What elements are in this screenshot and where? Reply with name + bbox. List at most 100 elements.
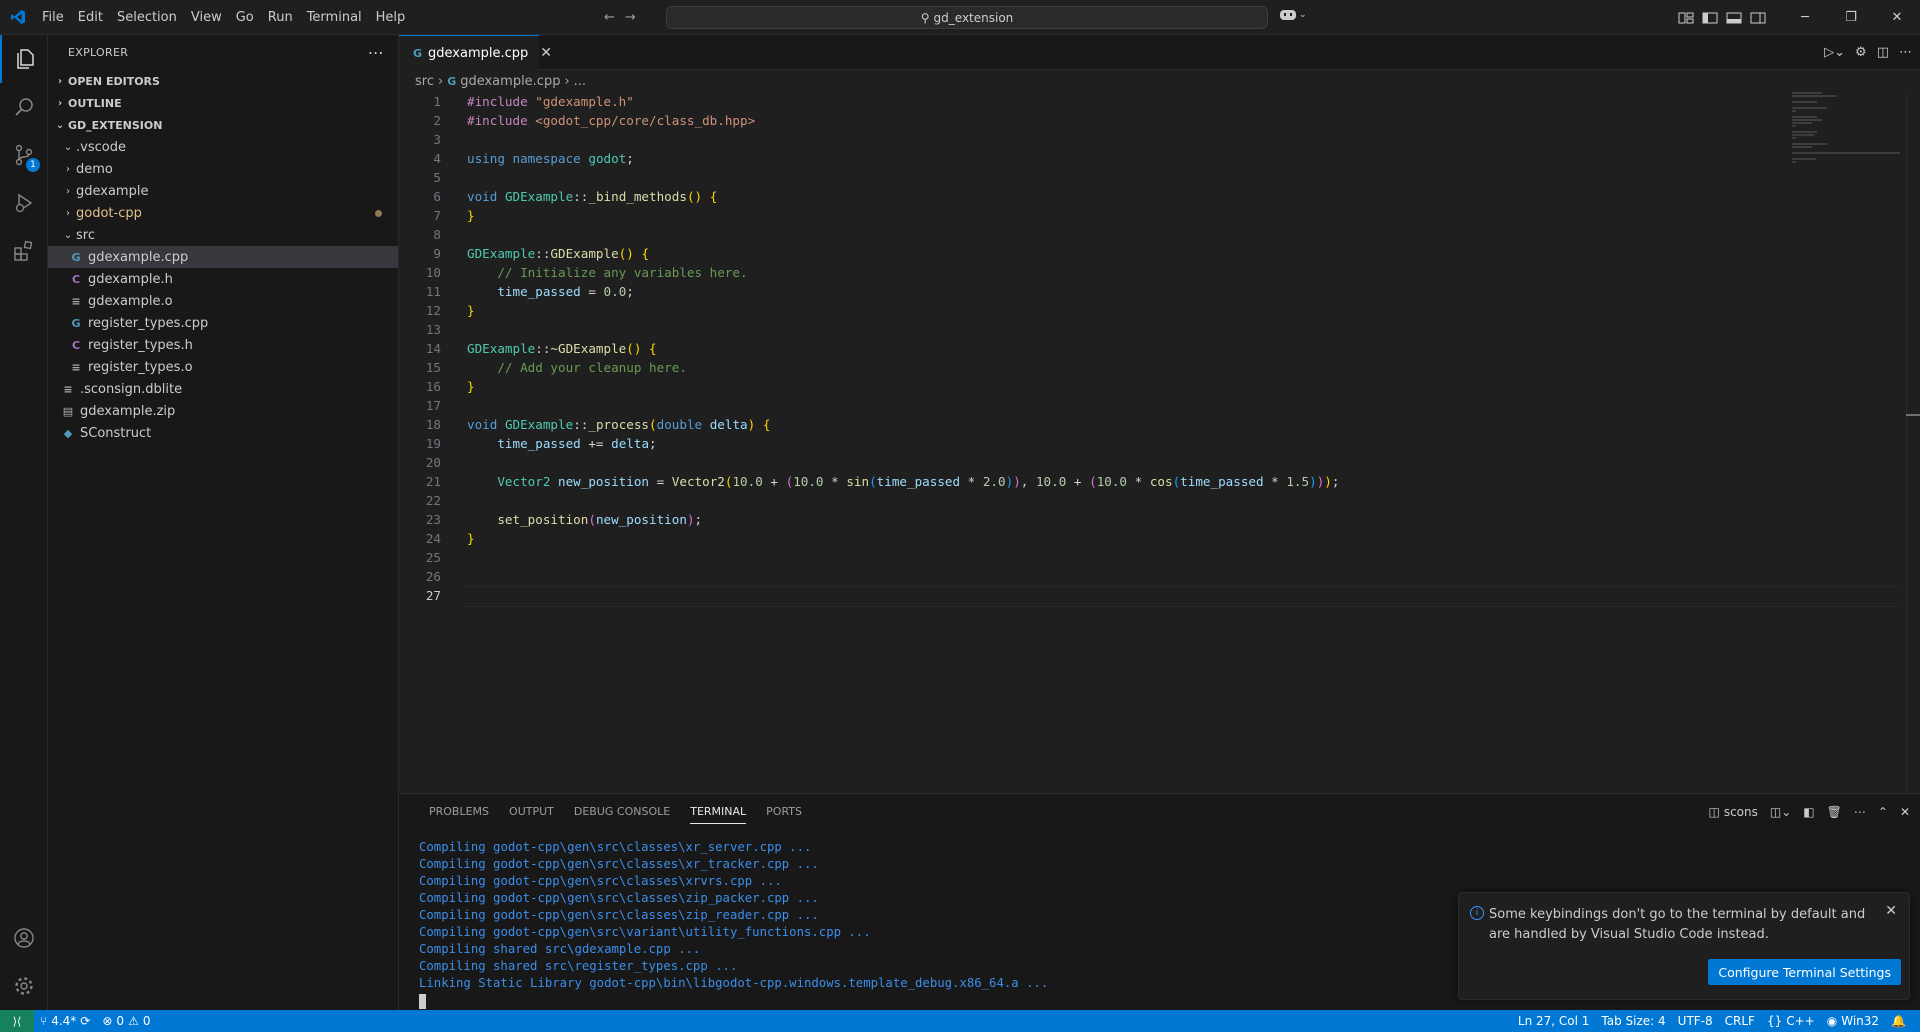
search-activity[interactable] [0,83,48,131]
encoding[interactable]: UTF-8 [1672,1014,1719,1028]
tab-output[interactable]: OUTPUT [499,794,564,829]
explorer-activity[interactable] [0,35,48,83]
tab-terminal[interactable]: TERMINAL [680,794,756,829]
menu-file[interactable]: File [35,0,71,35]
new-terminal-icon[interactable]: ◫⌄ [1770,805,1791,819]
tab-size[interactable]: Tab Size: 4 [1595,1014,1671,1028]
terminal-output[interactable]: Compiling godot-cpp\gen\src\classes\xr_s… [419,839,1048,1009]
restore-button[interactable]: ❐ [1828,0,1874,35]
close-window-button[interactable]: ✕ [1874,0,1920,35]
terminal-selector[interactable]: ◫ scons [1708,805,1757,819]
tree-item-sconstruct[interactable]: ◆ SConstruct [48,422,398,444]
split-terminal-icon[interactable]: ◧ [1803,805,1814,819]
menu-view[interactable]: View [184,0,229,35]
copilot-menu[interactable]: ⌄ [1279,8,1307,22]
split-editor-icon[interactable]: ◫ [1877,45,1889,60]
tree-item-godot-cpp[interactable]: › godot-cpp [48,202,398,224]
open-editors-section[interactable]: › OPEN EDITORS [48,70,398,92]
tree-item-label: gdexample.h [88,271,173,287]
trash-icon[interactable]: 🗑 [1827,805,1842,819]
language-label: C++ [1786,1014,1815,1028]
tab-debug-console[interactable]: DEBUG CONSOLE [564,794,680,829]
source-control-activity[interactable]: 1 [0,131,48,179]
toggle-panel-icon[interactable] [1726,11,1742,25]
language-mode[interactable]: {} C++ [1761,1014,1821,1028]
tree-item-register-types-o[interactable]: ≡ register_types.o [48,356,398,378]
notifications-bell-icon[interactable]: 🔔 [1885,1014,1912,1028]
text-file-icon: ≡ [71,294,81,308]
manage-activity[interactable] [0,962,48,1010]
menu-run[interactable]: Run [261,0,300,35]
terminal-line-path: godot-cpp\gen\src\classes\xrvrs.cpp ... [493,874,782,888]
tree-item-label: register_types.o [88,359,193,375]
tree-item-sconsign[interactable]: ≡ .sconsign.dblite [48,378,398,400]
line-number: 1 [433,94,441,109]
tree-item-register-types-h[interactable]: C register_types.h [48,334,398,356]
tree-item-gdexample-cpp[interactable]: G gdexample.cpp [48,246,398,268]
project-section[interactable]: ⌄ GD_EXTENSION [48,114,398,136]
tree-item-gdexample-zip[interactable]: ▤ gdexample.zip [48,400,398,422]
terminal-cursor [419,994,426,1009]
breadcrumb-more[interactable]: ... [574,74,586,89]
terminal-line-prefix: Compiling shared [419,942,545,956]
panel-actions: ◫ scons ◫⌄ ◧ 🗑 ⋯ ⌃ ✕ [1708,794,1910,829]
maximize-panel-icon[interactable]: ⌃ [1878,805,1888,819]
run-icon[interactable]: ▷⌄ [1824,45,1845,60]
customize-layout-icon[interactable] [1678,11,1694,25]
more-actions-icon[interactable]: ⋯ [1854,805,1866,819]
close-icon[interactable]: ✕ [540,45,552,61]
branch-status[interactable]: ⑂ 4.4* ⟳ [34,1014,96,1028]
end-of-line[interactable]: CRLF [1719,1014,1761,1028]
tab-ports[interactable]: PORTS [756,794,812,829]
overview-ruler[interactable] [1906,92,1920,792]
tree-item-vscode[interactable]: ⌄ .vscode [48,136,398,158]
accounts-activity[interactable] [0,914,48,962]
close-panel-icon[interactable]: ✕ [1900,805,1910,819]
remote-indicator[interactable]: ⟩⟨ [0,1010,34,1032]
tree-item-label: demo [76,161,113,177]
activity-bar: 1 [0,35,48,1010]
line-number: 7 [433,208,441,223]
editor-actions: ▷⌄ ⚙ ◫ ⋯ [1824,35,1912,70]
menu-go[interactable]: Go [229,0,261,35]
menu-selection[interactable]: Selection [110,0,184,35]
more-actions-icon[interactable]: ⋯ [1899,45,1912,60]
problems-status[interactable]: ⊗ 0 ⚠ 0 [96,1014,156,1028]
gear-icon[interactable]: ⚙ [1855,45,1867,60]
tab-problems[interactable]: PROBLEMS [419,794,499,829]
tab-gdexample-cpp[interactable]: G gdexample.cpp ✕ [399,35,552,70]
menu-help[interactable]: Help [369,0,413,35]
more-actions-icon[interactable]: ⋯ [368,43,384,62]
code-editor[interactable]: 1 #include "gdexample.h" 2 #include <godot… [399,92,1899,792]
modified-indicator-icon [375,210,382,217]
outline-section[interactable]: › OUTLINE [48,92,398,114]
tree-item-register-types-cpp[interactable]: G register_types.cpp [48,312,398,334]
close-notification-icon[interactable]: ✕ [1885,903,1897,919]
line-number: 20 [425,455,441,470]
cursor-position[interactable]: Ln 27, Col 1 [1512,1014,1596,1028]
minimap[interactable] [1792,92,1902,172]
breadcrumb-src[interactable]: src [415,74,434,89]
extensions-activity[interactable] [0,227,48,275]
terminal-line-prefix: Compiling [419,891,494,905]
tree-item-label: gdexample.o [88,293,173,309]
toggle-secondary-sidebar-icon[interactable] [1750,11,1766,25]
toggle-primary-sidebar-icon[interactable] [1702,11,1718,25]
run-debug-activity[interactable] [0,179,48,227]
tree-item-gdexample-o[interactable]: ≡ gdexample.o [48,290,398,312]
menu-terminal[interactable]: Terminal [300,0,369,35]
forward-arrow-icon[interactable]: → [625,10,636,25]
line-number: 6 [433,189,441,204]
tree-item-gdexample[interactable]: › gdexample [48,180,398,202]
platform-status[interactable]: ◉ Win32 [1821,1014,1885,1028]
back-arrow-icon[interactable]: ← [604,10,615,25]
tree-item-src[interactable]: ⌄ src [48,224,398,246]
tree-item-gdexample-h[interactable]: C gdexample.h [48,268,398,290]
breadcrumb-file[interactable]: gdexample.cpp [460,74,560,89]
tree-item-demo[interactable]: › demo [48,158,398,180]
minimize-button[interactable]: ─ [1782,0,1828,35]
configure-terminal-settings-button[interactable]: Configure Terminal Settings [1708,959,1901,985]
command-center[interactable]: ⚲ gd_extension [666,6,1268,29]
menu-edit[interactable]: Edit [71,0,110,35]
code-line: 12} [399,301,1899,320]
